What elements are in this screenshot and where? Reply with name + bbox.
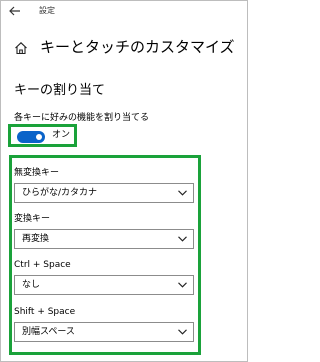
chevron-down-icon (178, 236, 187, 242)
muhenkan-dropdown[interactable]: ひらがな/カタカナ (14, 183, 194, 203)
section-title: キーの割り当て (14, 83, 106, 98)
home-icon[interactable] (14, 40, 28, 55)
toggle-highlight: オン (8, 124, 77, 147)
field-label-shift-space: Shift + Space (14, 307, 76, 317)
title-bar: 設定 (1, 1, 247, 23)
key-assignment-toggle[interactable] (17, 131, 45, 143)
page-header: キーとタッチのカスタマイズ (14, 35, 244, 59)
chevron-down-icon (178, 190, 187, 196)
shift-space-dropdown[interactable]: 別幅スペース (14, 322, 194, 342)
dropdown-value: ひらがな/カタカナ (22, 188, 98, 198)
chevron-down-icon (178, 329, 187, 335)
toggle-state-label: オン (52, 130, 71, 140)
field-label-henkan: 変換キー (14, 214, 51, 224)
page-title: キーとタッチのカスタマイズ (40, 38, 235, 56)
dropdown-value: なし (22, 280, 41, 290)
field-label-muhenkan: 無変換キー (14, 168, 60, 178)
settings-window: 設定 キーとタッチのカスタマイズ キーの割り当て 各キーに好みの機能を割り当てる… (0, 0, 248, 362)
henkan-dropdown[interactable]: 再変換 (14, 229, 194, 249)
chevron-down-icon (178, 282, 187, 288)
ctrl-space-dropdown[interactable]: なし (14, 275, 194, 295)
dropdown-value: 再変換 (22, 234, 50, 244)
field-label-ctrl-space: Ctrl + Space (14, 260, 71, 270)
window-title: 設定 (39, 6, 55, 15)
back-arrow-icon[interactable] (7, 4, 23, 18)
toggle-knob (36, 134, 42, 140)
dropdown-value: 別幅スペース (22, 327, 75, 337)
